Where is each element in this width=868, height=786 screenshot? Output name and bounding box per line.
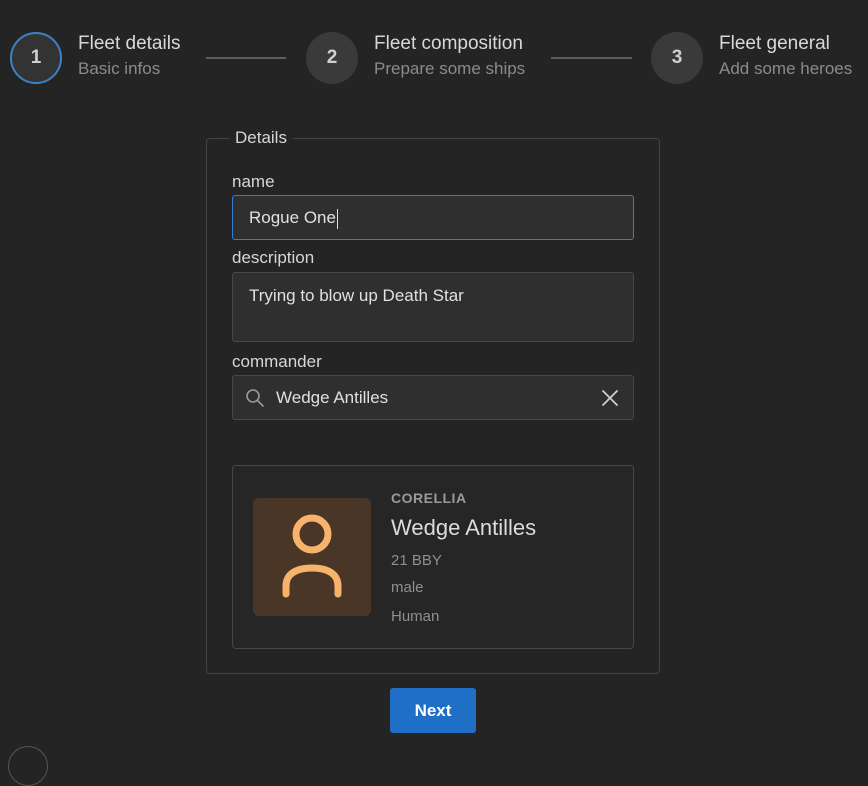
- step-1-subtitle: Basic infos: [78, 59, 161, 78]
- name-label: name: [232, 172, 275, 191]
- name-input-value: Rogue One: [249, 208, 336, 227]
- step-1-title: Fleet details: [78, 33, 181, 54]
- commander-value: Wedge Antilles: [276, 388, 389, 407]
- step-2-title: Fleet composition: [374, 33, 523, 54]
- step-3-circle[interactable]: 3: [651, 32, 703, 84]
- name-input[interactable]: Rogue One: [232, 195, 634, 240]
- details-legend: Details: [235, 128, 287, 147]
- step-2-number: 2: [326, 47, 338, 68]
- commander-name: Wedge Antilles: [391, 515, 537, 540]
- step-3-number: 3: [671, 47, 683, 68]
- avatar: [253, 498, 371, 616]
- description-value: Trying to blow up Death Star: [249, 286, 464, 305]
- commander-search-input[interactable]: Wedge Antilles: [232, 375, 634, 420]
- step-2-subtitle: Prepare some ships: [374, 59, 526, 78]
- search-icon: [245, 388, 265, 413]
- commander-label: commander: [232, 352, 322, 371]
- step-3-subtitle: Add some heroes: [719, 59, 853, 78]
- commander-species: Human: [391, 608, 440, 625]
- description-textarea[interactable]: Trying to blow up Death Star: [232, 272, 634, 342]
- next-button[interactable]: Next: [390, 688, 476, 733]
- close-icon[interactable]: [600, 388, 620, 413]
- description-label: description: [232, 248, 315, 267]
- step-connector: [551, 57, 632, 59]
- commander-planet: CORELLIA: [391, 490, 467, 506]
- step-1-number: 1: [30, 47, 42, 68]
- step-2-circle[interactable]: 2: [306, 32, 358, 84]
- commander-card: CORELLIA Wedge Antilles 21 BBY male Huma…: [232, 465, 634, 649]
- corner-circle: [8, 746, 48, 786]
- person-icon: [282, 514, 342, 598]
- step-1-circle[interactable]: 1: [10, 32, 62, 84]
- step-connector: [206, 57, 286, 59]
- stepper: 1 Fleet details Basic infos 2 Fleet comp…: [0, 0, 868, 110]
- commander-birth-year: 21 BBY: [391, 552, 442, 569]
- step-3-title: Fleet general: [719, 33, 830, 54]
- commander-gender: male: [391, 579, 424, 596]
- text-caret: [336, 208, 338, 229]
